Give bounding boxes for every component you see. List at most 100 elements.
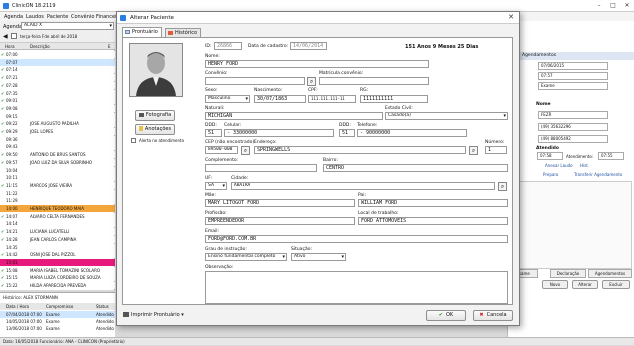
table-row[interactable]: 14:00 HENRIQUE TEODORO MAIA [0,205,115,212]
cidade-search-icon[interactable]: ⌕ [498,182,507,191]
email-field[interactable]: FORD@FORD.COM.BR [205,235,508,243]
endereco-field[interactable]: SPRINGWELLS [254,146,466,154]
ddd-telefone-field[interactable]: 51 [339,129,355,137]
anotacoes-button[interactable]: Anotações [135,124,175,135]
estado-civil-select[interactable]: Casado(a) [385,112,508,120]
cpf-field[interactable]: 111.111.111-11 [308,95,356,103]
right-phone2[interactable]: (49) 88005492 [538,135,608,143]
local-trabalho-field[interactable]: FORD ATTOMÓVEIS [358,217,508,225]
col-descricao[interactable]: Descrição [30,44,50,49]
table-row[interactable]: 10:04 [0,166,115,174]
table-row[interactable]: ✔ 14:07 ALVARO CELTA FERNANDES [0,212,115,220]
complemento-field[interactable] [205,164,317,172]
rg-field[interactable]: 1111111111 [360,95,428,103]
endereco-search-icon[interactable]: ⌕ [469,146,478,155]
cadastro-field[interactable]: 14/06/2014 [290,42,327,50]
observacao-textarea[interactable] [205,271,508,304]
alerta-checkbox[interactable] [131,138,136,143]
table-row[interactable]: 11:22 [0,189,115,197]
nascimento-field[interactable]: 30/07/1863 [254,95,306,103]
cep-search-icon[interactable]: ⌕ [241,146,250,155]
ddd-celular-field[interactable]: 51 [205,129,222,137]
convenio-search-icon[interactable]: ⌕ [307,77,316,86]
table-row[interactable]: ✔ 09:57 JOAO LUIZ DA SILVA SOBRINHO [0,158,115,166]
celular-field[interactable]: - 33000000 [224,129,334,137]
table-row[interactable]: 10:11 [0,174,115,182]
table-row[interactable]: 09:15 [0,112,115,120]
print-prontuario-button[interactable]: Imprimir Prontuário ▾ [123,312,184,318]
tab-prontuario[interactable]: Prontuário [122,27,162,37]
table-row[interactable]: ✔ 15:15 MARIA LUIZA CORDEIRO DE SOUZA [0,274,115,282]
table-row[interactable]: ✔ 14:28 JEAN CARLOS CAMPINA [0,235,115,243]
right-link-transferir[interactable]: Transferir Agendamento [574,172,622,177]
right-f3[interactable]: 07:55 [598,152,624,160]
mae-field[interactable]: MARY LITOGOT FORD [205,199,355,207]
id-field[interactable]: 26866 [214,42,242,50]
table-row[interactable]: 14:35 [0,243,115,251]
history-row[interactable]: 13/06/2018 07:00 Exame Atendido [0,325,115,332]
calendar-icon[interactable] [11,33,17,39]
situacao-select[interactable]: Ativo [291,253,346,261]
history-row[interactable]: 14/05/2018 07:00 Exame Atendido [0,318,115,325]
table-row[interactable]: ✔ 09:01 [0,97,115,105]
table-row[interactable]: ✔ 09:29 JOEL LOPES [0,128,115,135]
numero-field[interactable]: 1 [485,146,507,154]
table-row[interactable]: ✔ 15:22 HILDA APARECIDA PREVEDA [0,282,115,289]
table-row[interactable]: 15:01 [0,258,115,266]
table-row[interactable]: ✔ 09:50 ANTONIO DE BRUS SANTOS [0,151,115,159]
table-row[interactable]: ✔ 14:42 OSNI JOSE DAL PIZZOL [0,251,115,259]
fotografia-button[interactable]: Fotografia [135,110,175,121]
table-row[interactable]: ✔ 07:00 [0,51,115,58]
table-row[interactable]: 14:14 [0,220,115,228]
prev-day-icon[interactable]: ◀ [3,33,8,40]
agenda-select[interactable]: ALAID X [21,22,114,30]
uf-select[interactable]: SA [205,182,227,190]
dialog-close-icon[interactable]: ✕ [506,13,516,22]
pai-field[interactable]: WILLIAM FORD [358,199,508,207]
right-delete-button[interactable]: Excluir [602,280,630,289]
bairro-field[interactable]: CENTRO [323,164,508,172]
table-row[interactable]: 09:36 [0,135,115,143]
right-time[interactable]: 07:57 [538,72,608,80]
right-conv[interactable]: FEZR [538,111,608,119]
right-new-button[interactable]: Novo [542,280,568,289]
table-row[interactable]: ✔ 07:35 [0,89,115,97]
history-row[interactable]: 07/04/2018 07:00 Exame Atendido [0,311,115,318]
table-row[interactable]: ✔ 07:21 [0,74,115,82]
right-f1[interactable]: 07:58 [537,152,563,160]
menu-laudos[interactable]: Laudos [26,14,44,20]
col-hora[interactable]: Hora [5,44,15,49]
menu-agenda[interactable]: Agenda [4,14,23,20]
menu-paciente[interactable]: Paciente [47,14,68,20]
col-e[interactable]: E [108,44,111,49]
minimize-icon[interactable]: – [592,2,606,9]
table-row[interactable]: ✔ 07:14 [0,66,115,74]
cidade-field[interactable]: ABAÍRA [231,182,495,190]
table-row[interactable]: 09:43 [0,143,115,151]
convenio-field[interactable] [205,77,305,85]
profissao-field[interactable]: EMPREENDEDOR [205,217,355,225]
telefone-field[interactable]: - 90000000 [357,129,467,137]
table-row[interactable]: ✔ 09:22 JOSE AUGUSTO PADILHA [0,120,115,128]
cancela-button[interactable]: ✖ Cancela [473,310,513,321]
right-date[interactable]: 07/06/2015 [538,62,608,70]
maximize-icon[interactable]: □ [606,2,620,9]
nome-field[interactable]: HENRY FORD [205,60,429,68]
right-tab-agendamentos[interactable]: Agendamentos [588,269,632,278]
right-phone1[interactable]: (49) 35632296 [538,123,608,131]
close-icon[interactable]: ✕ [620,2,634,9]
table-row[interactable]: ✔ 07:28 [0,81,115,89]
ok-button[interactable]: ✔ OK [426,310,466,321]
menu-convenio[interactable]: Convênio [71,14,94,20]
right-tab-declaracao[interactable]: Declaração [550,269,586,278]
table-row[interactable]: 11:29 [0,197,115,205]
matricula-field[interactable] [319,77,429,85]
table-row[interactable]: ✔ 11:15 MARCOS JOSE VIEIRA [0,181,115,189]
table-row[interactable]: ✔ 14:21 LUCIANA LUCATELLI [0,228,115,236]
right-type[interactable]: Exame [538,82,608,90]
right-edit-button[interactable]: Alterar [572,280,598,289]
table-row[interactable]: 07:07 [0,58,115,66]
grau-select[interactable]: Ensino fundamental completo [205,253,287,261]
right-link-laudo[interactable]: Anexar Laudo [545,163,573,168]
table-row[interactable]: ✔ 15:08 MARIA ISABEL TOMAZINI SCOLARO [0,266,115,274]
